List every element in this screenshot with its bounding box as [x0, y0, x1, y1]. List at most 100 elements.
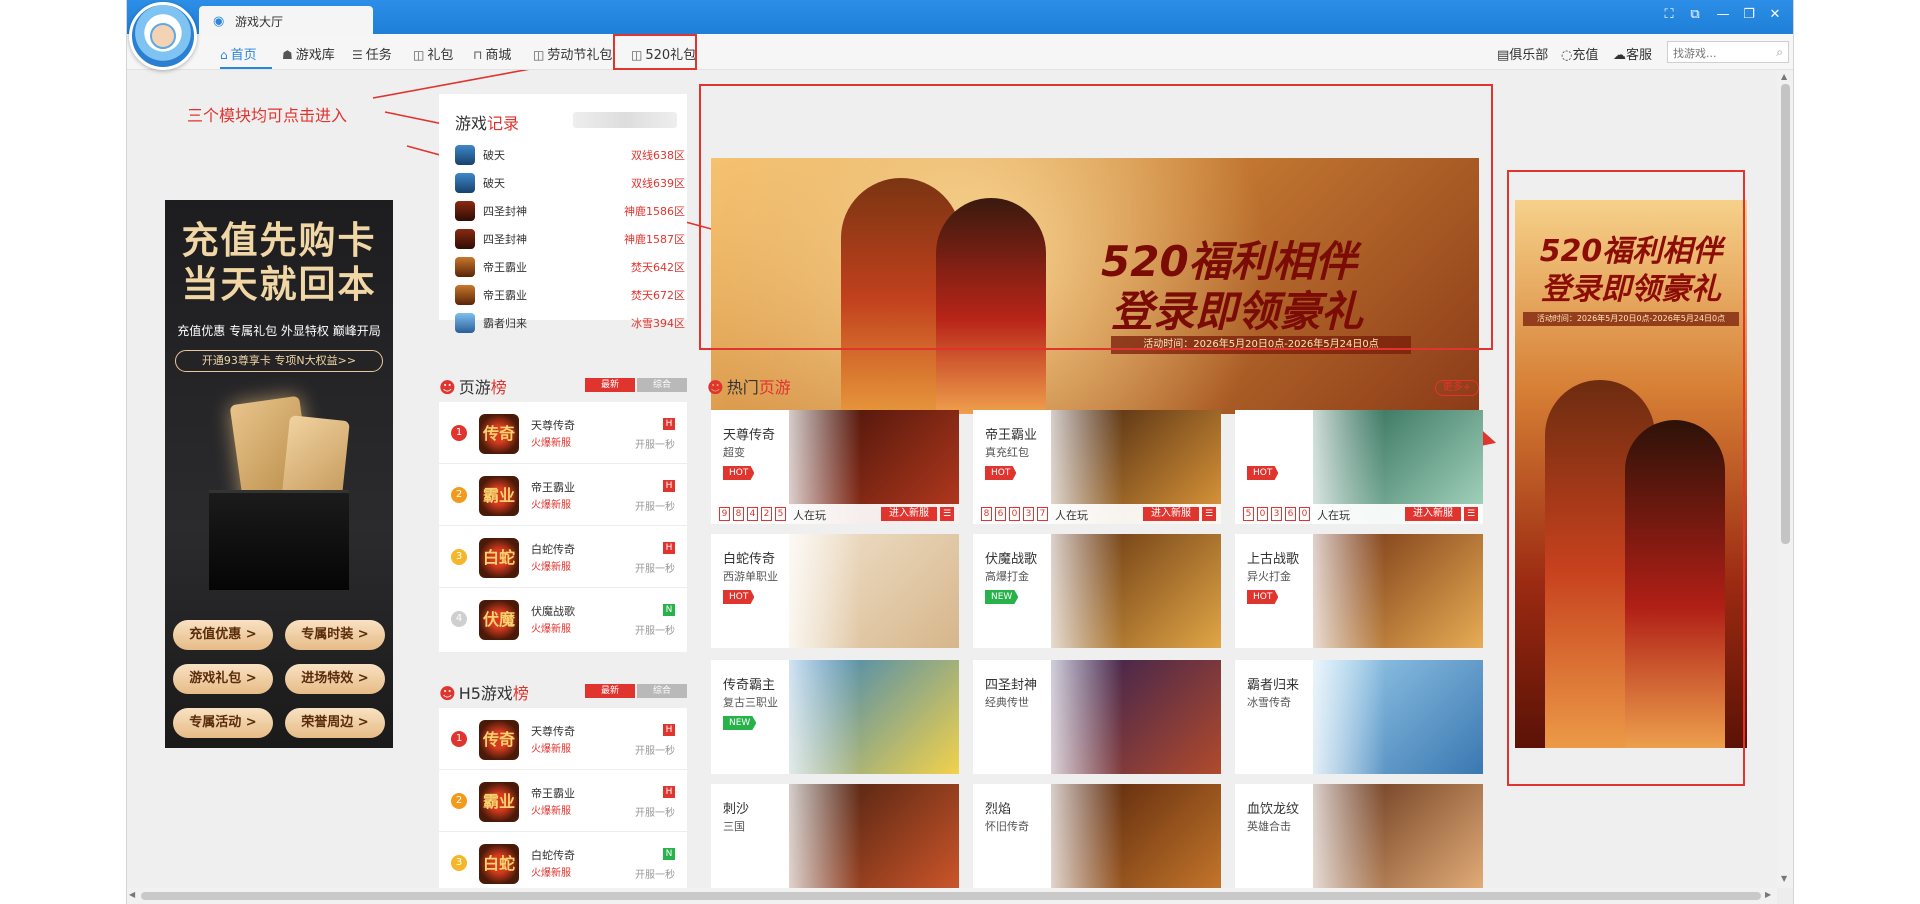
close-icon[interactable]: ✕ — [1765, 5, 1785, 25]
table-row[interactable]: 1 传奇 天尊传奇 火爆新服 H 开服一秒 — [439, 402, 687, 464]
rank-number: 2 — [451, 487, 467, 503]
table-row[interactable]: 3 白蛇 白蛇传奇 火爆新服 H 开服一秒 — [439, 526, 687, 588]
list-item[interactable]: 四圣封神 神鹿1586区 — [455, 200, 685, 222]
tab-overall[interactable]: 综合 — [637, 684, 687, 698]
nav-game-library[interactable]: ☗ 游戏库 — [282, 44, 335, 63]
game-card[interactable]: 四圣封神 经典传世 — [973, 660, 1221, 774]
game-card-tag: HOT — [1247, 590, 1279, 604]
game-card[interactable]: 血饮龙纹 英雄合击 — [1235, 784, 1483, 888]
record-server[interactable]: 焚天642区 — [631, 259, 685, 275]
nav-home[interactable]: ⌂ 首页 — [220, 44, 257, 63]
game-card-subtitle: 经典传世 — [985, 696, 1029, 709]
entry-effect-button[interactable]: 进场特效 > — [285, 664, 385, 694]
open-vip-card-link[interactable]: 开通93尊享卡 专项N大权益>> — [175, 350, 383, 372]
enter-new-server-button[interactable]: 进入新服 — [881, 507, 937, 521]
nav-recharge[interactable]: ◌充值 — [1561, 44, 1598, 63]
list-item[interactable]: 四圣封神 神鹿1587区 — [455, 228, 685, 250]
list-item[interactable]: 破天 双线638区 — [455, 144, 685, 166]
exclusive-outfit-button[interactable]: 专属时装 > — [285, 620, 385, 650]
restore-icon[interactable]: ⧉ — [1685, 5, 1705, 25]
table-row[interactable]: 2 霸业 帝王霸业 火爆新服 H 开服一秒 — [439, 464, 687, 526]
nav-club[interactable]: ▤俱乐部 — [1497, 44, 1548, 63]
table-row[interactable]: 4 伏魔 伏魔战歌 火爆新服 N 开服一秒 — [439, 588, 687, 650]
search-input[interactable] — [1668, 43, 1764, 64]
main-nav: ⌂ 首页 ☗ 游戏库 ☰ 任务 ◫ 礼包 ⊓ 商城 ◫ 劳动节礼包 ◫ 520礼包 ▤俱乐部 … — [127, 34, 1793, 70]
table-row[interactable]: 2 霸业 帝王霸业 火爆新服 H 开服一秒 — [439, 770, 687, 832]
record-server[interactable]: 焚天672区 — [631, 287, 685, 303]
honor-merch-button[interactable]: 荣誉周边 > — [285, 708, 385, 738]
tab-latest[interactable]: 最新 — [585, 684, 635, 698]
more-games-button[interactable]: 更多+ — [1435, 380, 1479, 396]
list-icon[interactable]: ☰ — [1464, 507, 1478, 521]
game-card[interactable]: HOT 5 0 3 6 0 人在玩 进入新服 ☰ — [1235, 410, 1483, 524]
game-card[interactable]: 传奇霸主 复古三职业 NEW — [711, 660, 959, 774]
game-card[interactable]: 霸者归来 冰雪传奇 — [1235, 660, 1483, 774]
nav-labor-day-gift[interactable]: ◫ 劳动节礼包 — [533, 44, 612, 63]
nav-tasks[interactable]: ☰ 任务 — [352, 44, 392, 63]
highlight-box-carousel — [699, 84, 1493, 350]
exclusive-activity-button[interactable]: 专属活动 > — [173, 708, 273, 738]
scroll-down-icon[interactable]: ▼ — [1781, 874, 1787, 883]
scroll-up-icon[interactable]: ▲ — [1781, 72, 1787, 81]
hot-badge: H — [663, 480, 675, 492]
list-item[interactable]: 帝王霸业 焚天672区 — [455, 284, 685, 306]
enter-new-server-button[interactable]: 进入新服 — [1405, 507, 1461, 521]
record-server[interactable]: 双线638区 — [631, 147, 685, 163]
horizontal-scrollbar[interactable]: ◀ ▶ — [127, 888, 1777, 904]
main-content: 三个模块均可点击进入 充值先购卡 当天就回本 充值优惠 专属礼包 外显特权 巅峰… — [127, 70, 1777, 888]
record-server[interactable]: 神鹿1586区 — [624, 203, 685, 219]
fullscreen-icon[interactable]: ⛶ — [1659, 5, 1679, 25]
maximize-icon[interactable]: ❐ — [1739, 5, 1759, 25]
vertical-scrollbar[interactable]: ▲ ▼ — [1777, 70, 1793, 888]
rank-game-sub: 火爆新服 — [531, 500, 571, 511]
game-card-name: 上古战歌 — [1247, 552, 1300, 567]
list-icon[interactable]: ☰ — [940, 507, 954, 521]
hot-badge: H — [663, 724, 675, 736]
window-tab[interactable]: ◉ 游戏大厅 — [199, 6, 373, 34]
list-item[interactable]: 霸者归来 冰雪394区 — [455, 312, 685, 334]
recharge-discount-button[interactable]: 充值优惠 > — [173, 620, 273, 650]
game-card-tag: HOT — [723, 466, 755, 480]
game-card[interactable]: 上古战歌 异火打金 HOT — [1235, 534, 1483, 648]
left-banner-subtitle: 充值优惠 专属礼包 外显特权 巅峰开局 — [177, 324, 381, 338]
nav-gifts[interactable]: ◫ 礼包 — [413, 44, 453, 63]
game-card[interactable]: 白蛇传奇 西游单职业 HOT — [711, 534, 959, 648]
game-gift-button[interactable]: 游戏礼包 > — [173, 664, 273, 694]
nav-customer-service[interactable]: ☁客服 — [1613, 44, 1652, 63]
game-card[interactable]: 帝王霸业 真充红包 HOT 8 6 0 3 7 人在玩 进入新服 ☰ — [973, 410, 1221, 524]
game-card-name: 帝王霸业 — [985, 428, 1038, 443]
horizontal-scroll-thumb[interactable] — [141, 892, 1761, 900]
nav-game-library-label: 游戏库 — [295, 48, 335, 63]
record-server[interactable]: 神鹿1587区 — [624, 231, 685, 247]
search-icon[interactable]: ⌕ — [1776, 45, 1783, 60]
recharge-card-banner[interactable]: 充值先购卡 当天就回本 充值优惠 专属礼包 外显特权 巅峰开局 开通93尊享卡 … — [165, 200, 393, 748]
record-server[interactable]: 冰雪394区 — [631, 315, 685, 331]
list-item[interactable]: 帝王霸业 焚天642区 — [455, 256, 685, 278]
game-card-name: 白蛇传奇 — [723, 552, 776, 567]
rank-game-name: 帝王霸业 — [531, 787, 575, 800]
table-row[interactable]: 1 传奇 天尊传奇 火爆新服 H 开服一秒 — [439, 708, 687, 770]
tab-latest[interactable]: 最新 — [585, 378, 635, 392]
scroll-left-icon[interactable]: ◀ — [129, 890, 135, 899]
record-server[interactable]: 双线639区 — [631, 175, 685, 191]
game-card[interactable]: 伏魔战歌 高爆打金 NEW — [973, 534, 1221, 648]
game-card[interactable]: 刺沙 三国 — [711, 784, 959, 888]
game-icon — [455, 145, 475, 165]
enter-new-server-button[interactable]: 进入新服 — [1143, 507, 1199, 521]
list-item[interactable]: 破天 双线639区 — [455, 172, 685, 194]
rank-open-time: 开服一秒 — [635, 746, 675, 757]
tab-overall[interactable]: 综合 — [637, 378, 687, 392]
table-row[interactable]: 3 白蛇 白蛇传奇 火爆新服 N 开服一秒 — [439, 832, 687, 888]
record-game-name: 霸者归来 — [483, 317, 527, 330]
game-card[interactable]: 天尊传奇 超变 HOT 9 8 4 2 5 人在玩 进入新服 ☰ — [711, 410, 959, 524]
minimize-icon[interactable]: — — [1713, 5, 1733, 25]
game-card[interactable]: 烈焰 怀旧传奇 — [973, 784, 1221, 888]
highlight-box-right-banner — [1507, 170, 1745, 786]
nav-mall[interactable]: ⊓ 商城 — [473, 44, 511, 63]
game-card-tag: HOT — [723, 590, 755, 604]
scroll-right-icon[interactable]: ▶ — [1765, 890, 1771, 899]
vertical-scroll-thumb[interactable] — [1781, 84, 1790, 544]
cart-icon: ⊓ — [473, 48, 483, 62]
list-icon[interactable]: ☰ — [1202, 507, 1216, 521]
rank-number: 1 — [451, 425, 467, 441]
